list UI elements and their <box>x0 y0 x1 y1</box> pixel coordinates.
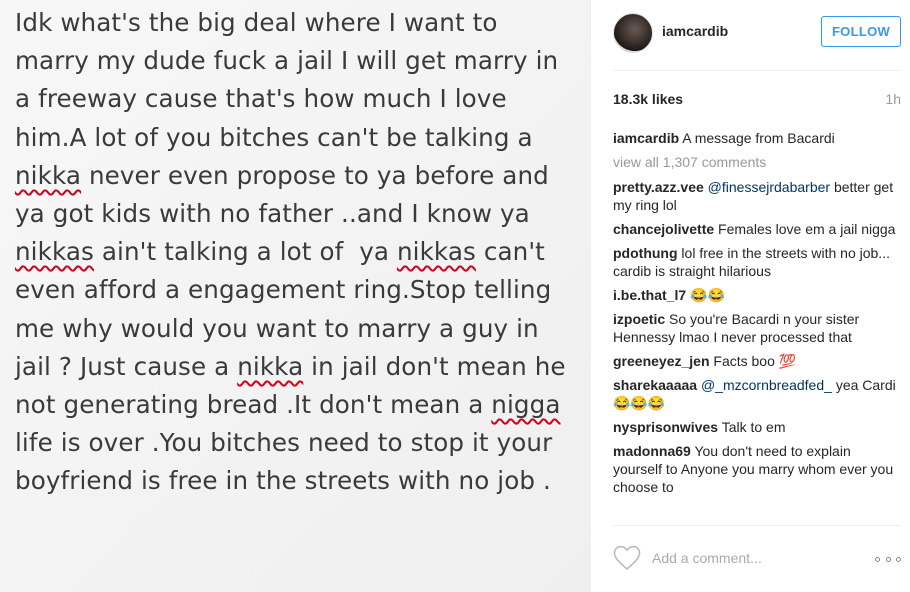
post-sidebar: iamcardib FOLLOW 18.3k likes 1h iamcardi… <box>590 0 910 592</box>
comment-item: nysprisonwives Talk to em <box>613 418 903 436</box>
caption: iamcardib A message from Bacardi <box>613 129 903 147</box>
comment-mention[interactable]: @_mzcornbreadfed_ <box>701 377 832 393</box>
comment-mention[interactable]: @finessejrdabarber <box>708 179 830 195</box>
comment-text: Talk to em <box>721 419 786 435</box>
comment-username[interactable]: madonna69 <box>613 443 691 459</box>
view-all-comments-link[interactable]: view all 1,307 comments <box>613 153 903 171</box>
comment-item: izpoetic So you're Bacardi n your sister… <box>613 310 903 346</box>
comment-item: sharekaaaaa @_mzcornbreadfed_ yea Cardi … <box>613 376 903 412</box>
add-comment-input[interactable]: Add a comment... <box>652 550 762 566</box>
post-time[interactable]: 1h <box>885 91 901 107</box>
comment-username[interactable]: greeneyez_jen <box>613 353 710 369</box>
misspelled-word: nikka <box>15 160 82 190</box>
misspelled-word: nikka <box>237 351 304 381</box>
post-header: iamcardib FOLLOW <box>613 13 901 53</box>
comment-username[interactable]: nysprisonwives <box>613 419 718 435</box>
heart-outline-icon[interactable] <box>613 545 641 571</box>
comment-username[interactable]: i.be.that_l7 <box>613 287 686 303</box>
post-text-segment: Idk what's the big deal where I want to … <box>15 8 567 152</box>
post-text-segment: never even propose to ya before and ya g… <box>15 160 565 229</box>
comment-item: chancejolivette Females love em a jail n… <box>613 220 903 238</box>
comment-username[interactable]: izpoetic <box>613 311 665 327</box>
post-image[interactable]: Idk what's the big deal where I want to … <box>0 0 590 592</box>
misspelled-word: nikkas <box>396 237 476 267</box>
comment-item: pdothung lol free in the streets with no… <box>613 244 903 280</box>
footer-divider <box>613 525 901 526</box>
header-username[interactable]: iamcardib <box>662 23 728 39</box>
comment-item: madonna69 You don't need to explain your… <box>613 442 903 496</box>
post-image-text: Idk what's the big deal where I want to … <box>15 4 575 501</box>
post-footer: Add a comment... <box>613 540 901 580</box>
caption-username[interactable]: iamcardib <box>613 130 679 146</box>
comment-text: 😂😂 <box>690 287 725 303</box>
comment-text: Facts boo 💯 <box>713 353 797 369</box>
comment-item: pretty.azz.vee @finessejrdabarber better… <box>613 178 903 214</box>
post-modal: Idk what's the big deal where I want to … <box>0 0 910 592</box>
misspelled-word: nikkas <box>15 237 94 267</box>
comment-item: i.be.that_l7 😂😂 <box>613 286 903 304</box>
comment-username[interactable]: chancejolivette <box>613 221 714 237</box>
avatar[interactable] <box>613 13 653 53</box>
comment-username[interactable]: sharekaaaaa <box>613 377 697 393</box>
comment-username[interactable]: pdothung <box>613 245 678 261</box>
post-meta: 18.3k likes 1h <box>613 91 901 111</box>
comment-text: Females love em a jail nigga <box>718 221 896 237</box>
post-text-segment: ain't talking a lot of ya <box>93 237 397 267</box>
comments-list: iamcardib A message from Bacardi view al… <box>613 129 903 502</box>
caption-text: A message from Bacardi <box>682 130 835 146</box>
follow-button[interactable]: FOLLOW <box>821 16 901 47</box>
misspelled-word: nigga <box>491 390 561 420</box>
header-divider <box>613 70 901 71</box>
likes-count[interactable]: 18.3k likes <box>613 91 683 107</box>
comment-username[interactable]: pretty.azz.vee <box>613 179 704 195</box>
comment-item: greeneyez_jen Facts boo 💯 <box>613 352 903 370</box>
more-options-icon[interactable] <box>875 557 901 563</box>
